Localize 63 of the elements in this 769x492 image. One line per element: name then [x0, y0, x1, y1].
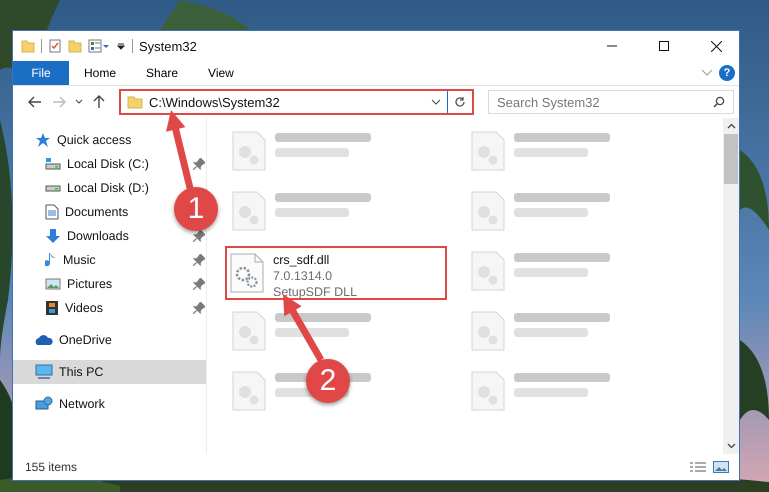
scrollbar-thumb[interactable] — [724, 134, 738, 184]
blurred-file-icon — [470, 190, 506, 232]
blurred-file-icon — [231, 310, 267, 352]
window-title: System32 — [139, 38, 197, 54]
sidebar-item[interactable]: Network — [13, 392, 109, 416]
refresh-icon[interactable] — [454, 96, 466, 108]
address-path: C:\Windows\System32 — [149, 94, 280, 110]
folder-icon — [127, 95, 143, 109]
sidebar-item[interactable]: OneDrive — [13, 328, 116, 352]
file-icon[interactable] — [229, 252, 265, 294]
cloud-icon — [35, 333, 53, 347]
close-icon[interactable] — [710, 40, 722, 52]
sidebar-item[interactable]: Music — [13, 248, 100, 272]
help-button[interactable]: ? — [719, 65, 735, 81]
blurred-file-icon — [470, 310, 506, 352]
ribbon-tab[interactable]: Share — [131, 61, 194, 85]
file-detail: SetupSDF DLL — [273, 284, 358, 300]
blurred-file-icon — [470, 250, 506, 292]
sidebar-item[interactable]: Downloads — [13, 224, 133, 248]
pin-icon[interactable] — [193, 254, 205, 266]
download-arrow-icon — [45, 228, 61, 244]
blurred-file-icon — [470, 130, 506, 172]
picture-icon — [45, 277, 61, 291]
caret-icon[interactable] — [431, 99, 441, 105]
network-icon — [35, 396, 53, 412]
search-icon[interactable] — [713, 96, 725, 108]
sidebar-item[interactable]: Videos — [13, 296, 107, 320]
details-view-icon[interactable] — [689, 461, 707, 473]
document-icon — [45, 204, 59, 220]
checklist-icon[interactable] — [48, 39, 62, 53]
drive-icon — [45, 157, 61, 171]
music-note-icon — [45, 252, 57, 268]
large-icons-view-icon[interactable] — [713, 461, 729, 473]
pin-icon[interactable] — [193, 158, 205, 170]
sidebar-item[interactable]: Documents — [13, 200, 132, 224]
blurred-file-icon — [470, 370, 506, 412]
caret-icon[interactable] — [116, 41, 126, 51]
ribbon-tab[interactable]: File — [13, 61, 69, 85]
minimize-icon[interactable] — [607, 45, 617, 47]
pin-icon[interactable] — [193, 302, 205, 314]
blurred-file-icon — [231, 130, 267, 172]
sidebar-item[interactable]: Local Disk (C:) — [13, 152, 153, 176]
blurred-file-icon — [231, 370, 267, 412]
film-icon — [45, 300, 59, 316]
ribbon-tab[interactable]: View — [193, 61, 249, 85]
file-detail: 7.0.1314.0 — [273, 268, 334, 284]
drive-icon — [45, 184, 61, 192]
sidebar-item[interactable]: Local Disk (D:) — [13, 176, 153, 200]
pin-icon[interactable] — [193, 278, 205, 290]
search-field[interactable]: Search System32 — [488, 90, 734, 114]
properties-icon[interactable] — [88, 39, 110, 53]
blurred-file-icon — [231, 190, 267, 232]
ribbon-tab[interactable]: Home — [69, 61, 132, 85]
monitor-icon — [35, 364, 53, 380]
item-count: 155 items — [25, 460, 78, 474]
sidebar-item[interactable]: Quick access — [13, 128, 136, 152]
file-name[interactable]: crs_sdf.dll — [273, 252, 358, 268]
sidebar-item[interactable]: This PC — [13, 360, 206, 384]
address-bar[interactable]: C:\Windows\System32 — [119, 89, 474, 115]
sidebar-item[interactable]: Pictures — [13, 272, 116, 296]
pin-icon[interactable] — [193, 230, 205, 242]
star-icon — [35, 132, 51, 148]
maximize-icon[interactable] — [659, 41, 669, 51]
